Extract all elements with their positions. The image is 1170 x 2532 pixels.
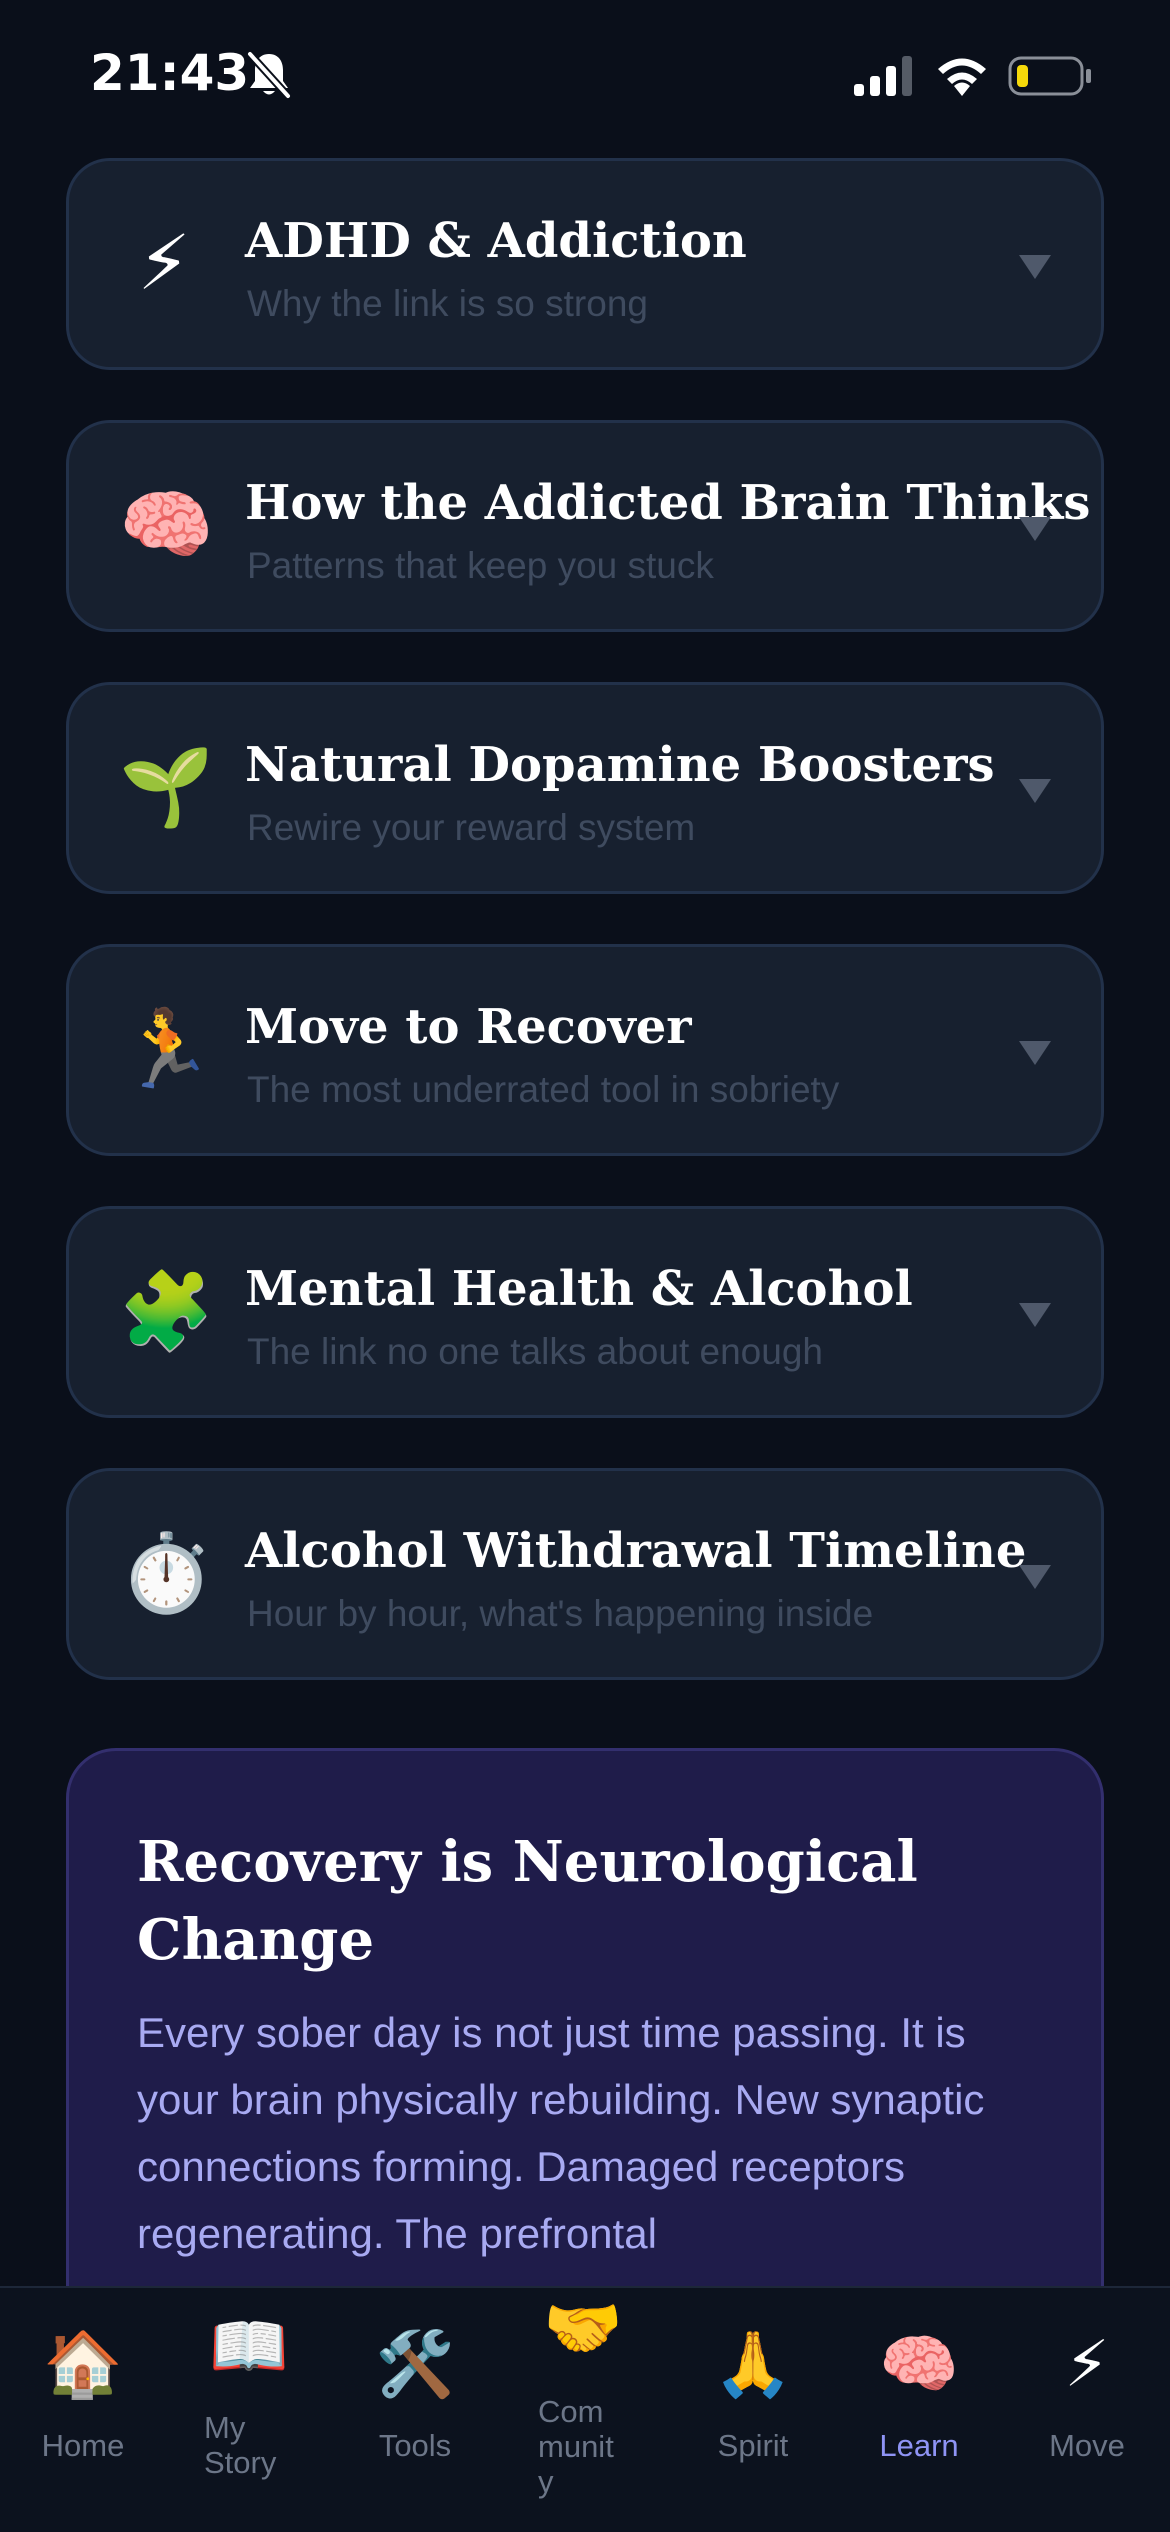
nav-item-learn[interactable]: 🧠 Learn — [844, 2288, 994, 2532]
bell-slash-icon — [247, 51, 291, 99]
card-subtitle: Rewire your reward system — [247, 807, 696, 848]
nav-item-home[interactable]: 🏠 Home — [8, 2288, 158, 2532]
card-title: How the Addicted Brain Thinks — [245, 475, 1091, 531]
card-title: Mental Health & Alcohol — [245, 1261, 913, 1317]
card-title: Alcohol Withdrawal Timeline — [245, 1523, 1027, 1579]
status-time: 21:43 — [90, 44, 250, 102]
bottom-nav: 🏠 Home 📖 My Story 🛠️ Tools 🤝 Com munit y… — [0, 2286, 1170, 2532]
card-subtitle: Why the link is so strong — [247, 283, 648, 324]
nav-item-tools[interactable]: 🛠️ Tools — [340, 2288, 490, 2532]
card-subtitle: The link no one talks about enough — [247, 1331, 823, 1372]
stopwatch-icon: ⏱️ — [119, 1531, 214, 1616]
chevron-down-icon[interactable] — [1019, 1301, 1051, 1329]
info-body: Every sober day is not just time passing… — [137, 2009, 985, 2257]
signal-icon — [854, 56, 912, 96]
chevron-down-icon[interactable] — [1019, 1563, 1051, 1591]
nav-item-community[interactable]: 🤝 Com munit y — [508, 2288, 658, 2532]
card-dopamine-boosters[interactable]: 🌱 Natural Dopamine Boosters Rewire your … — [66, 682, 1104, 894]
card-adhd-addiction[interactable]: ⚡ ADHD & Addiction Why the link is so st… — [66, 158, 1104, 370]
brain-icon: 🧠 — [879, 2328, 959, 2400]
nav-label: My Story — [204, 2410, 277, 2480]
card-mental-health[interactable]: 🧩 Mental Health & Alcohol The link no on… — [66, 1206, 1104, 1418]
nav-item-my-story[interactable]: 📖 My Story — [174, 2288, 324, 2532]
nav-label: Home — [41, 2428, 125, 2463]
nav-item-move[interactable]: ⚡ Move — [1012, 2288, 1162, 2532]
card-subtitle: The most underrated tool in sobriety — [247, 1069, 840, 1110]
chevron-down-icon[interactable] — [1019, 777, 1051, 805]
card-addicted-brain[interactable]: 🧠 How the Addicted Brain Thinks Patterns… — [66, 420, 1104, 632]
home-icon: 🏠 — [43, 2328, 123, 2400]
card-title: Natural Dopamine Boosters — [245, 737, 995, 793]
battery-icon — [1008, 56, 1091, 96]
nav-item-spirit[interactable]: 🙏 Spirit — [678, 2288, 828, 2532]
praying-hands-icon: 🙏 — [713, 2328, 793, 2400]
seedling-icon: 🌱 — [119, 745, 214, 830]
brain-icon: 🧠 — [119, 483, 214, 568]
card-title: Move to Recover — [245, 999, 692, 1055]
status-bar: 21:43 — [0, 0, 1170, 150]
handshake-icon: 🤝 — [543, 2292, 623, 2364]
card-subtitle: Hour by hour, what's happening inside — [247, 1593, 874, 1634]
lightning-icon: ⚡ — [1064, 2328, 1110, 2400]
card-move-to-recover[interactable]: 🏃 Move to Recover The most underrated to… — [66, 944, 1104, 1156]
book-icon: 📖 — [209, 2310, 289, 2382]
info-title: Recovery is Neurological Change — [137, 1829, 918, 1973]
chevron-down-icon[interactable] — [1019, 515, 1051, 543]
card-title: ADHD & Addiction — [245, 213, 747, 269]
nav-label: Tools — [378, 2428, 452, 2463]
nav-label: Move — [1049, 2428, 1125, 2463]
nav-label: Spirit — [717, 2428, 789, 2463]
tools-icon: 🛠️ — [375, 2328, 455, 2400]
chevron-down-icon[interactable] — [1019, 1039, 1051, 1067]
puzzle-icon: 🧩 — [119, 1269, 214, 1354]
nav-label: Com munit y — [538, 2394, 614, 2499]
chevron-down-icon[interactable] — [1019, 253, 1051, 281]
runner-icon: 🏃 — [119, 1007, 214, 1092]
card-subtitle: Patterns that keep you stuck — [247, 545, 714, 586]
wifi-icon — [938, 58, 986, 96]
lightning-icon: ⚡ — [137, 221, 191, 306]
nav-label: Learn — [879, 2428, 959, 2463]
card-withdrawal-timeline[interactable]: ⏱️ Alcohol Withdrawal Timeline Hour by h… — [66, 1468, 1104, 1680]
